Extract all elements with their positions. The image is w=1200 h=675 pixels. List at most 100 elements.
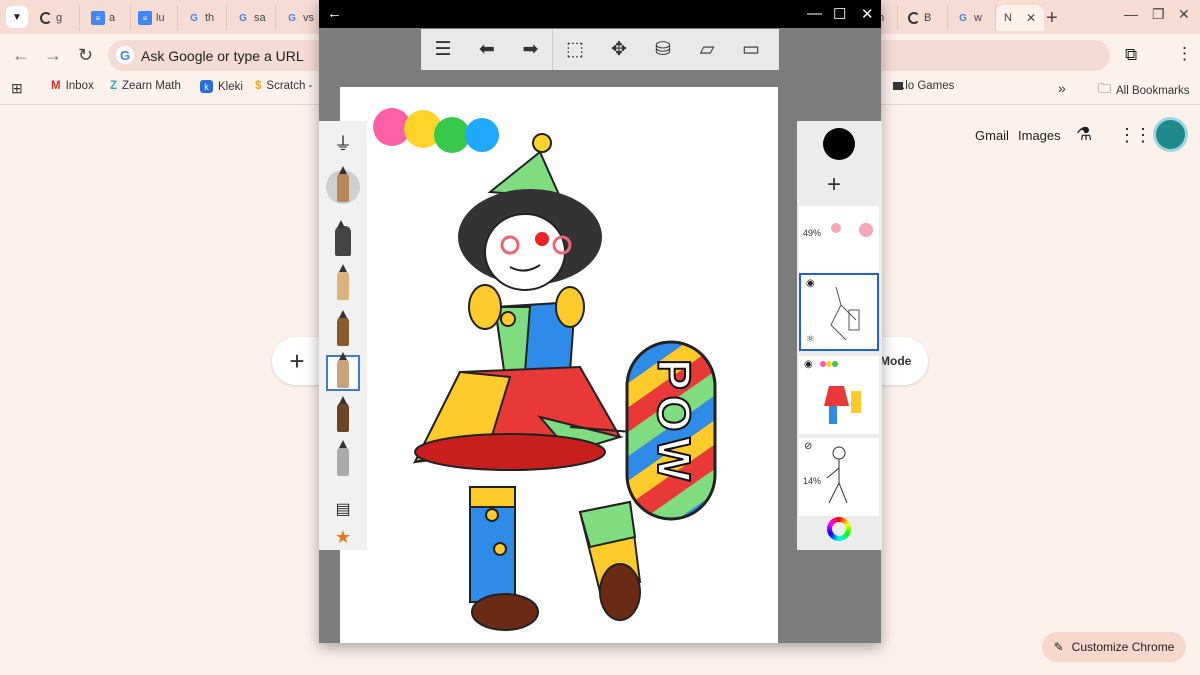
eye-icon[interactable]: ◉ xyxy=(806,278,815,289)
all-bookmarks-label: All Bookmarks xyxy=(1116,85,1190,97)
menu-list-icon[interactable]: ☰ xyxy=(421,29,465,70)
tab-active[interactable]: N ✕ xyxy=(996,5,1044,31)
fullscreen-icon[interactable]: ▭ xyxy=(729,29,773,70)
blue-dot xyxy=(465,118,499,152)
layer-opacity: 14% xyxy=(803,476,822,486)
favorites-button[interactable]: ★ xyxy=(326,519,360,555)
bookmark-kleki[interactable]: k Kleki xyxy=(200,80,243,93)
kleki-icon: k xyxy=(200,80,213,93)
ruler-icon[interactable]: ▱ xyxy=(685,29,729,70)
google-icon: G xyxy=(239,12,247,24)
bookmarks-overflow-button[interactable]: » xyxy=(1058,80,1066,96)
nib-brush-button[interactable] xyxy=(326,264,360,303)
tab-label: w xyxy=(974,12,982,24)
ai-mode-button[interactable]: Mode xyxy=(880,337,928,385)
felt-brush-button[interactable] xyxy=(326,396,360,435)
tab[interactable]: Gvs xyxy=(277,5,325,31)
layer-thumbnail[interactable]: ◉ xyxy=(799,356,879,434)
minimize-icon[interactable]: — xyxy=(807,5,822,22)
marker-icon xyxy=(337,352,349,388)
tab[interactable]: g xyxy=(32,5,80,31)
minimize-icon[interactable]: — xyxy=(1124,6,1138,22)
tab[interactable]: Gth xyxy=(179,5,227,31)
bookmark-label: Inbox xyxy=(65,80,94,92)
top-toolbar: ☰ ⬅ ➡ ⬚ ✥ ⛁ ▱ ▭ xyxy=(421,29,779,70)
avatar[interactable] xyxy=(1153,117,1188,152)
undo-icon[interactable]: ⬅ xyxy=(465,29,509,70)
google-icon: G xyxy=(288,12,296,24)
selection-icon[interactable]: ⬚ xyxy=(553,29,597,70)
bookmark-zearn[interactable]: Z Zearn Math xyxy=(110,80,181,92)
bookmark-label: Zearn Math xyxy=(122,80,181,92)
layers-panel: + 49% ◉ ⚛ ◉ ⊘ 14% xyxy=(797,121,882,550)
tab-label: th xyxy=(205,12,215,24)
drawing-app-window: ← — ☐ ✕ ☰ ⬅ ➡ ⬚ ✥ ⛁ ▱ ▭ POW ⏚ ▤ ★ + 49% … xyxy=(319,0,882,643)
airbrush-icon xyxy=(337,440,349,476)
add-layer-icon[interactable]: + xyxy=(827,171,841,199)
airbrush-button[interactable] xyxy=(326,440,360,479)
tab[interactable]: Gsa xyxy=(228,5,276,31)
ink-pen-brush-button[interactable] xyxy=(326,220,360,259)
close-window-icon[interactable]: ✕ xyxy=(1178,6,1190,23)
marker-brush-button[interactable] xyxy=(326,352,360,391)
bookmark-games[interactable]: .lo Games xyxy=(893,80,954,92)
brush-settings-icon[interactable]: ⏚ xyxy=(326,125,360,161)
extensions-icon[interactable]: ⧉ xyxy=(1125,45,1137,65)
tab[interactable]: ≡ lu xyxy=(130,5,178,31)
google-icon: G xyxy=(959,12,967,24)
tab-label: sa xyxy=(254,12,266,24)
lock-alpha-icon[interactable]: ⚛ xyxy=(806,334,815,345)
pencil-brush-button[interactable] xyxy=(326,166,360,205)
spinner-icon xyxy=(908,12,920,24)
app-titlebar: ← — ☐ ✕ xyxy=(319,0,881,28)
layer-thumbnail-selected[interactable]: ◉ ⚛ xyxy=(799,273,879,351)
ink-brush-button[interactable] xyxy=(326,310,360,349)
color-wheel-icon[interactable] xyxy=(827,517,851,541)
bookmark-inbox[interactable]: M Inbox xyxy=(51,80,94,92)
star-icon: ★ xyxy=(334,526,352,547)
tab[interactable]: Gw xyxy=(948,5,996,31)
pow-text: POW xyxy=(648,359,700,487)
tab-search-button[interactable]: ▼ xyxy=(6,6,28,28)
close-icon[interactable]: ✕ xyxy=(861,5,874,23)
tab-label: B xyxy=(924,12,932,24)
google-icon: G xyxy=(116,46,134,64)
menu-icon[interactable]: ⋮ xyxy=(1176,44,1193,64)
gmail-icon: M xyxy=(51,80,61,92)
layer-thumbnail[interactable]: ⊘ 14% xyxy=(799,438,879,516)
bookmark-scratch[interactable]: $ Scratch - xyxy=(255,80,312,92)
labs-flask-icon[interactable]: ⚗ xyxy=(1076,124,1092,145)
nib-pen-icon xyxy=(337,264,349,300)
tab[interactable]: B xyxy=(900,5,948,31)
images-link[interactable]: Images xyxy=(1018,128,1061,143)
customize-chrome-button[interactable]: ✎ Customize Chrome xyxy=(1042,632,1186,662)
reload-icon[interactable]: ↻ xyxy=(78,45,93,66)
gmail-link[interactable]: Gmail xyxy=(975,128,1009,143)
add-shortcut-button[interactable]: + xyxy=(272,337,322,385)
apps-grid-icon[interactable]: ⊞ xyxy=(11,80,23,97)
pencil-icon xyxy=(337,166,349,202)
scratch-icon: $ xyxy=(255,80,262,92)
tab-label: g xyxy=(56,12,63,24)
eraser-icon: ▤ xyxy=(335,501,351,518)
restore-icon[interactable]: ❐ xyxy=(1152,6,1165,23)
fill-bucket-icon[interactable]: ⛁ xyxy=(641,29,685,70)
eye-hidden-icon[interactable]: ⊘ xyxy=(804,441,812,452)
tab[interactable]: ≡ a xyxy=(83,5,131,31)
current-color-swatch[interactable] xyxy=(823,128,855,160)
back-icon[interactable]: ← xyxy=(12,45,30,66)
drawing-canvas[interactable]: POW xyxy=(340,87,778,643)
forward-icon[interactable]: → xyxy=(44,45,62,66)
maximize-icon[interactable]: ☐ xyxy=(833,5,846,23)
pencil-icon: ✎ xyxy=(1053,640,1064,654)
transform-move-icon[interactable]: ✥ xyxy=(597,29,641,70)
close-icon[interactable]: ✕ xyxy=(1026,11,1036,25)
mode-label: Mode xyxy=(880,354,912,368)
eye-icon[interactable]: ◉ xyxy=(804,359,813,370)
back-arrow-icon[interactable]: ← xyxy=(327,5,342,22)
new-tab-button[interactable]: + xyxy=(1046,7,1058,30)
omnibox-placeholder[interactable]: Ask Google or type a URL xyxy=(141,48,304,64)
tab-label: vs xyxy=(303,12,314,24)
all-bookmarks-button[interactable]: 🗀 All Bookmarks xyxy=(1098,80,1190,102)
redo-icon[interactable]: ➡ xyxy=(509,29,553,70)
